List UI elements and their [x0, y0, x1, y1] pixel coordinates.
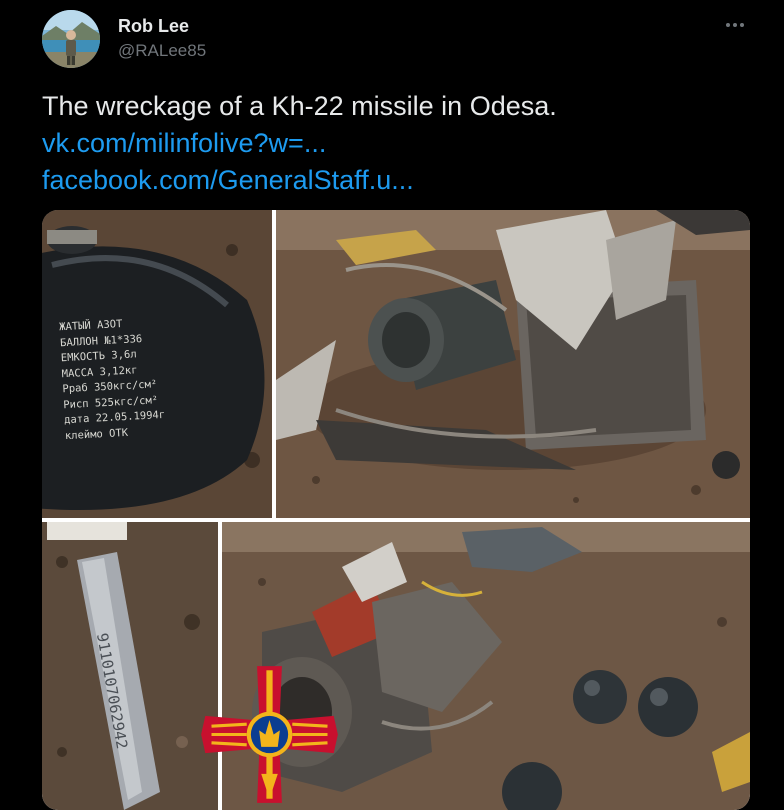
more-horizontal-icon: [740, 23, 744, 27]
tweet-link-vk[interactable]: vk.com/milinfolive?w=...: [42, 125, 762, 162]
tweet-media[interactable]: ЖАТЫЙ АЗОТ БАЛЛОН №1*336 ЕМКОСТЬ 3,6л МА…: [42, 210, 750, 810]
tweet-body: The wreckage of a Kh-22 missile in Odesa…: [42, 91, 557, 121]
ukrainian-armed-forces-emblem-icon: [197, 662, 342, 807]
tweet-link-facebook[interactable]: facebook.com/GeneralStaff.u...: [42, 162, 762, 199]
media-photo-engine[interactable]: [276, 210, 750, 518]
more-horizontal-icon: [733, 23, 737, 27]
tweet-text: The wreckage of a Kh-22 missile in Odesa…: [42, 88, 762, 199]
more-options-button[interactable]: [722, 14, 748, 36]
media-photo-tube[interactable]: 9110107062942: [42, 522, 218, 810]
more-horizontal-icon: [726, 23, 730, 27]
profile-photo-icon: [42, 10, 100, 68]
user-handle[interactable]: @RALee85: [118, 39, 206, 63]
media-photo-cylinder[interactable]: ЖАТЫЙ АЗОТ БАЛЛОН №1*336 ЕМКОСТЬ 3,6л МА…: [42, 210, 272, 518]
stenciled-text: ЖАТЫЙ АЗОТ БАЛЛОН №1*336 ЕМКОСТЬ 3,6л МА…: [59, 310, 265, 444]
engine-wreckage-photo: [276, 210, 750, 518]
display-name[interactable]: Rob Lee: [118, 14, 206, 38]
tweet: Rob Lee @RALee85 The wreckage of a Kh-22…: [0, 0, 784, 810]
avatar[interactable]: [42, 10, 100, 68]
author-block: Rob Lee @RALee85: [118, 14, 206, 63]
